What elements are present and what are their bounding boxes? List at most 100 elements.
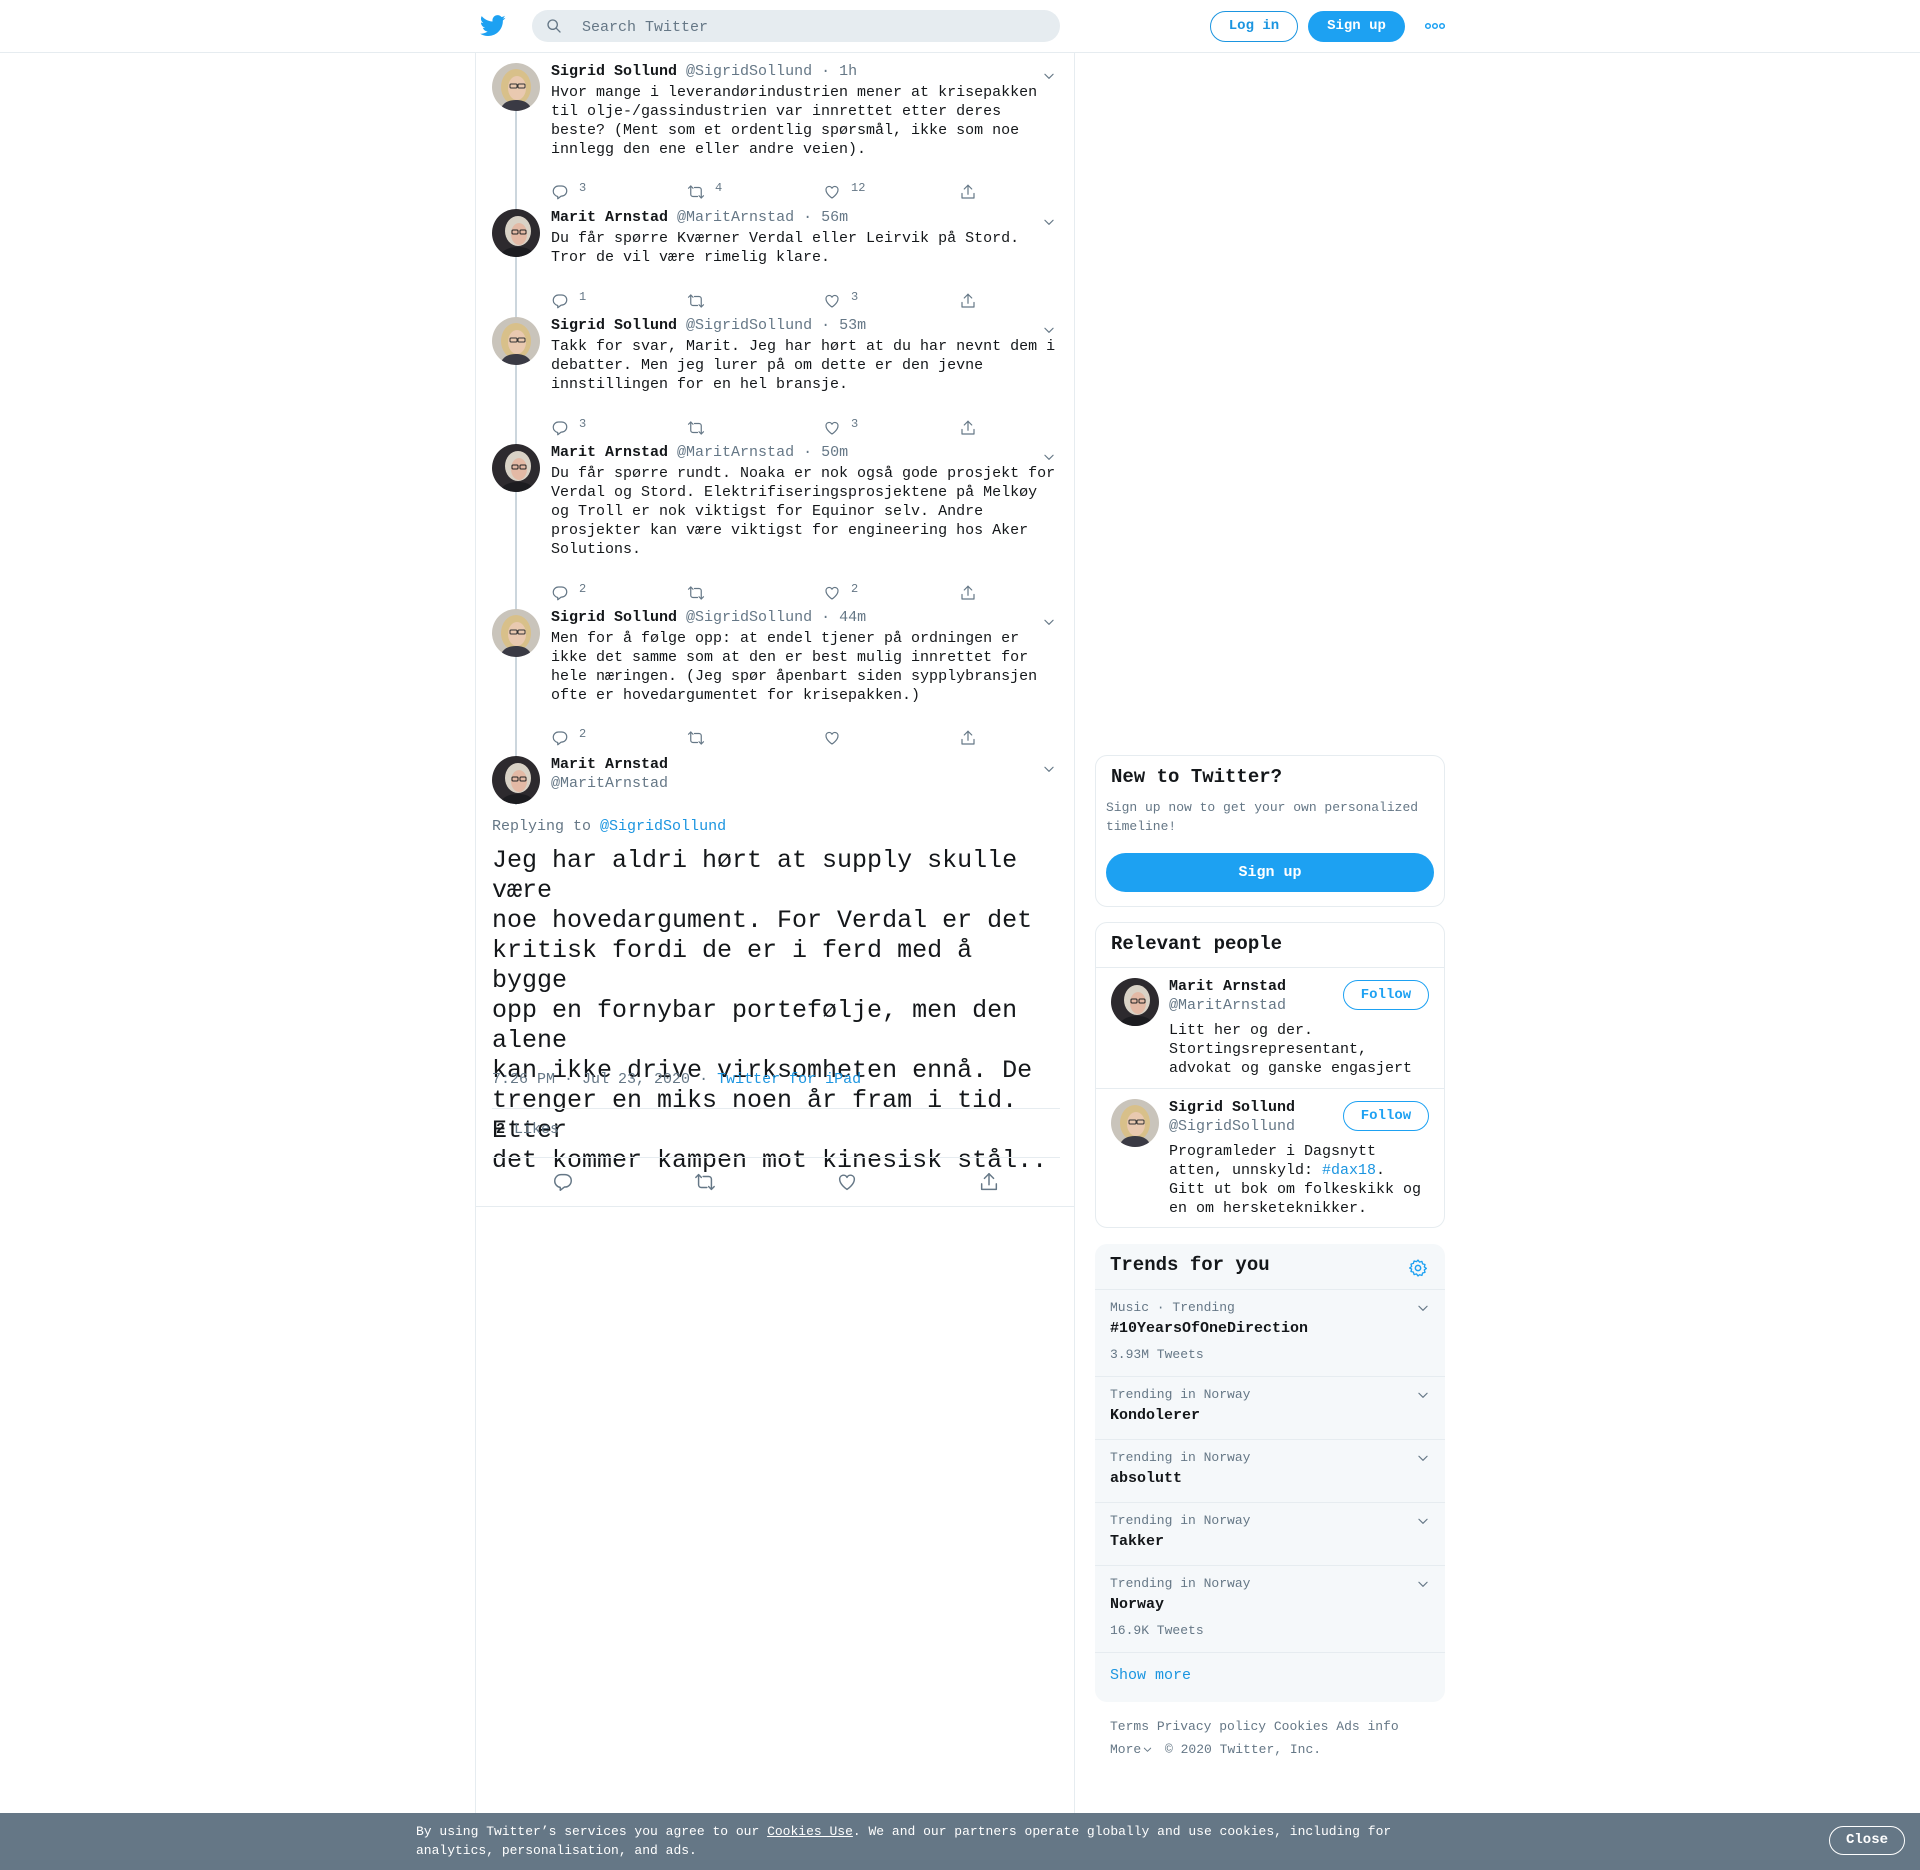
thread-tweet[interactable]: Marit Arnstad @MaritArnstad · 50m Du får… [492, 444, 1060, 604]
author-name[interactable]: Marit Arnstad [551, 444, 668, 461]
chevron-down-icon[interactable] [1042, 615, 1056, 629]
like-button[interactable] [823, 729, 841, 749]
author-handle[interactable]: @MaritArnstad [677, 444, 794, 461]
tweet-time[interactable]: · 44m [821, 609, 866, 626]
author-handle[interactable]: @SigridSollund [686, 63, 812, 80]
person-item[interactable]: Sigrid Sollund @SigridSollund Follow Pro… [1096, 1089, 1444, 1227]
chevron-down-icon[interactable] [1416, 1514, 1430, 1528]
more-icon[interactable] [1425, 21, 1445, 31]
reply-button[interactable]: 1 [551, 290, 586, 312]
person-item[interactable]: Marit Arnstad @MaritArnstad Follow Litt … [1096, 968, 1444, 1088]
like-button[interactable]: 3 [823, 417, 858, 439]
signup-button[interactable]: Sign up [1308, 11, 1405, 42]
share-icon[interactable] [978, 1171, 1000, 1193]
avatar[interactable] [492, 63, 540, 111]
avatar[interactable] [492, 444, 540, 492]
follow-button[interactable]: Follow [1343, 980, 1429, 1010]
follow-button[interactable]: Follow [1343, 1101, 1429, 1131]
trend-title[interactable]: absolutt [1110, 1470, 1182, 1487]
thread-tweet[interactable]: Marit Arnstad @MaritArnstad · 56m Du får… [492, 209, 1060, 309]
thread-tweet[interactable]: Sigrid Sollund @SigridSollund · 1h Hvor … [492, 63, 1060, 203]
trend-item[interactable]: Trending in Norway Takker [1095, 1502, 1445, 1565]
trend-title[interactable]: #10YearsOfOneDirection [1110, 1320, 1308, 1337]
footer-more[interactable]: More [1110, 1742, 1153, 1757]
retweet-button[interactable]: 4 [687, 181, 722, 203]
retweet-icon[interactable] [694, 1171, 716, 1193]
search-input[interactable] [580, 10, 1044, 44]
retweet-button[interactable] [687, 292, 705, 312]
footer-privacy[interactable]: Privacy policy [1157, 1719, 1266, 1734]
share-button[interactable] [959, 584, 977, 604]
replying-to-link[interactable]: @SigridSollund [600, 818, 726, 835]
avatar[interactable] [1111, 978, 1159, 1026]
show-more-row[interactable]: Show more [1095, 1652, 1445, 1702]
chevron-down-icon[interactable] [1042, 69, 1056, 83]
like-button[interactable]: 12 [823, 181, 865, 203]
trend-item[interactable]: Trending in Norway Norway 16.9K Tweets [1095, 1565, 1445, 1652]
avatar[interactable] [1111, 1099, 1159, 1147]
timestamp[interactable]: 7:26 PM · Jul 23, 2020 [492, 1071, 690, 1088]
author-name[interactable]: Sigrid Sollund [551, 609, 677, 626]
trend-title[interactable]: Kondolerer [1110, 1407, 1200, 1424]
source-link[interactable]: Twitter for iPad [717, 1071, 861, 1088]
tweet-time[interactable]: · 56m [803, 209, 848, 226]
chevron-down-icon[interactable] [1416, 1451, 1430, 1465]
thread-tweet[interactable]: Sigrid Sollund @SigridSollund · 53m Takk… [492, 317, 1060, 437]
person-handle[interactable]: @SigridSollund [1169, 1118, 1295, 1135]
avatar[interactable] [492, 756, 540, 804]
thread-tweet[interactable]: Sigrid Sollund @SigridSollund · 44m Men … [492, 609, 1060, 749]
like-button[interactable]: 2 [823, 582, 858, 604]
author-handle[interactable]: @SigridSollund [686, 609, 812, 626]
author-name[interactable]: Sigrid Sollund [551, 317, 677, 334]
share-button[interactable] [959, 183, 977, 203]
retweet-button[interactable] [687, 729, 705, 749]
login-button[interactable]: Log in [1210, 11, 1298, 42]
person-name[interactable]: Sigrid Sollund [1169, 1099, 1295, 1116]
person-handle[interactable]: @MaritArnstad [1169, 997, 1286, 1014]
tweet-time[interactable]: · 53m [821, 317, 866, 334]
trend-item[interactable]: Trending in Norway Kondolerer [1095, 1376, 1445, 1439]
author-handle[interactable]: @SigridSollund [686, 317, 812, 334]
trend-title[interactable]: Takker [1110, 1533, 1164, 1550]
share-button[interactable] [959, 419, 977, 439]
footer-ads[interactable]: Ads info [1336, 1719, 1398, 1734]
trend-item[interactable]: Music · Trending #10YearsOfOneDirection … [1095, 1289, 1445, 1376]
avatar[interactable] [492, 209, 540, 257]
trend-item[interactable]: Trending in Norway absolutt [1095, 1439, 1445, 1502]
avatar[interactable] [492, 317, 540, 365]
tweet-time[interactable]: · 1h [821, 63, 857, 80]
tweet-time[interactable]: · 50m [803, 444, 848, 461]
reply-button[interactable]: 2 [551, 582, 586, 604]
footer-terms[interactable]: Terms [1110, 1719, 1149, 1734]
avatar[interactable] [492, 609, 540, 657]
heart-icon[interactable] [836, 1171, 858, 1193]
chevron-down-icon[interactable] [1416, 1577, 1430, 1591]
retweet-button[interactable] [687, 419, 705, 439]
search-bar[interactable] [532, 10, 1060, 44]
share-button[interactable] [959, 729, 977, 749]
close-button[interactable]: Close [1829, 1826, 1905, 1855]
signup-button[interactable]: Sign up [1106, 853, 1434, 892]
twitter-bird-icon[interactable] [480, 14, 506, 38]
hashtag-link[interactable]: #dax18 [1322, 1162, 1376, 1179]
likes-stat[interactable]: 2 Likes [496, 1121, 559, 1138]
person-name[interactable]: Marit Arnstad [1169, 978, 1286, 995]
gear-icon[interactable] [1408, 1258, 1428, 1278]
author-handle[interactable]: @MaritArnstad [677, 209, 794, 226]
like-button[interactable]: 3 [823, 290, 858, 312]
main-tweet-header[interactable]: Marit Arnstad @MaritArnstad [492, 756, 1060, 806]
author-name[interactable]: Sigrid Sollund [551, 63, 677, 80]
chevron-down-icon[interactable] [1042, 450, 1056, 464]
share-button[interactable] [959, 292, 977, 312]
footer-cookies[interactable]: Cookies [1274, 1719, 1329, 1734]
cookies-use-link[interactable]: Cookies Use [767, 1824, 853, 1839]
author-name[interactable]: Marit Arnstad [551, 756, 668, 773]
chevron-down-icon[interactable] [1416, 1301, 1430, 1315]
show-more-link[interactable]: Show more [1110, 1667, 1191, 1684]
reply-icon[interactable] [552, 1171, 574, 1193]
chevron-down-icon[interactable] [1042, 323, 1056, 337]
author-name[interactable]: Marit Arnstad [551, 209, 668, 226]
chevron-down-icon[interactable] [1416, 1388, 1430, 1402]
author-handle[interactable]: @MaritArnstad [551, 775, 1056, 793]
trend-title[interactable]: Norway [1110, 1596, 1164, 1613]
